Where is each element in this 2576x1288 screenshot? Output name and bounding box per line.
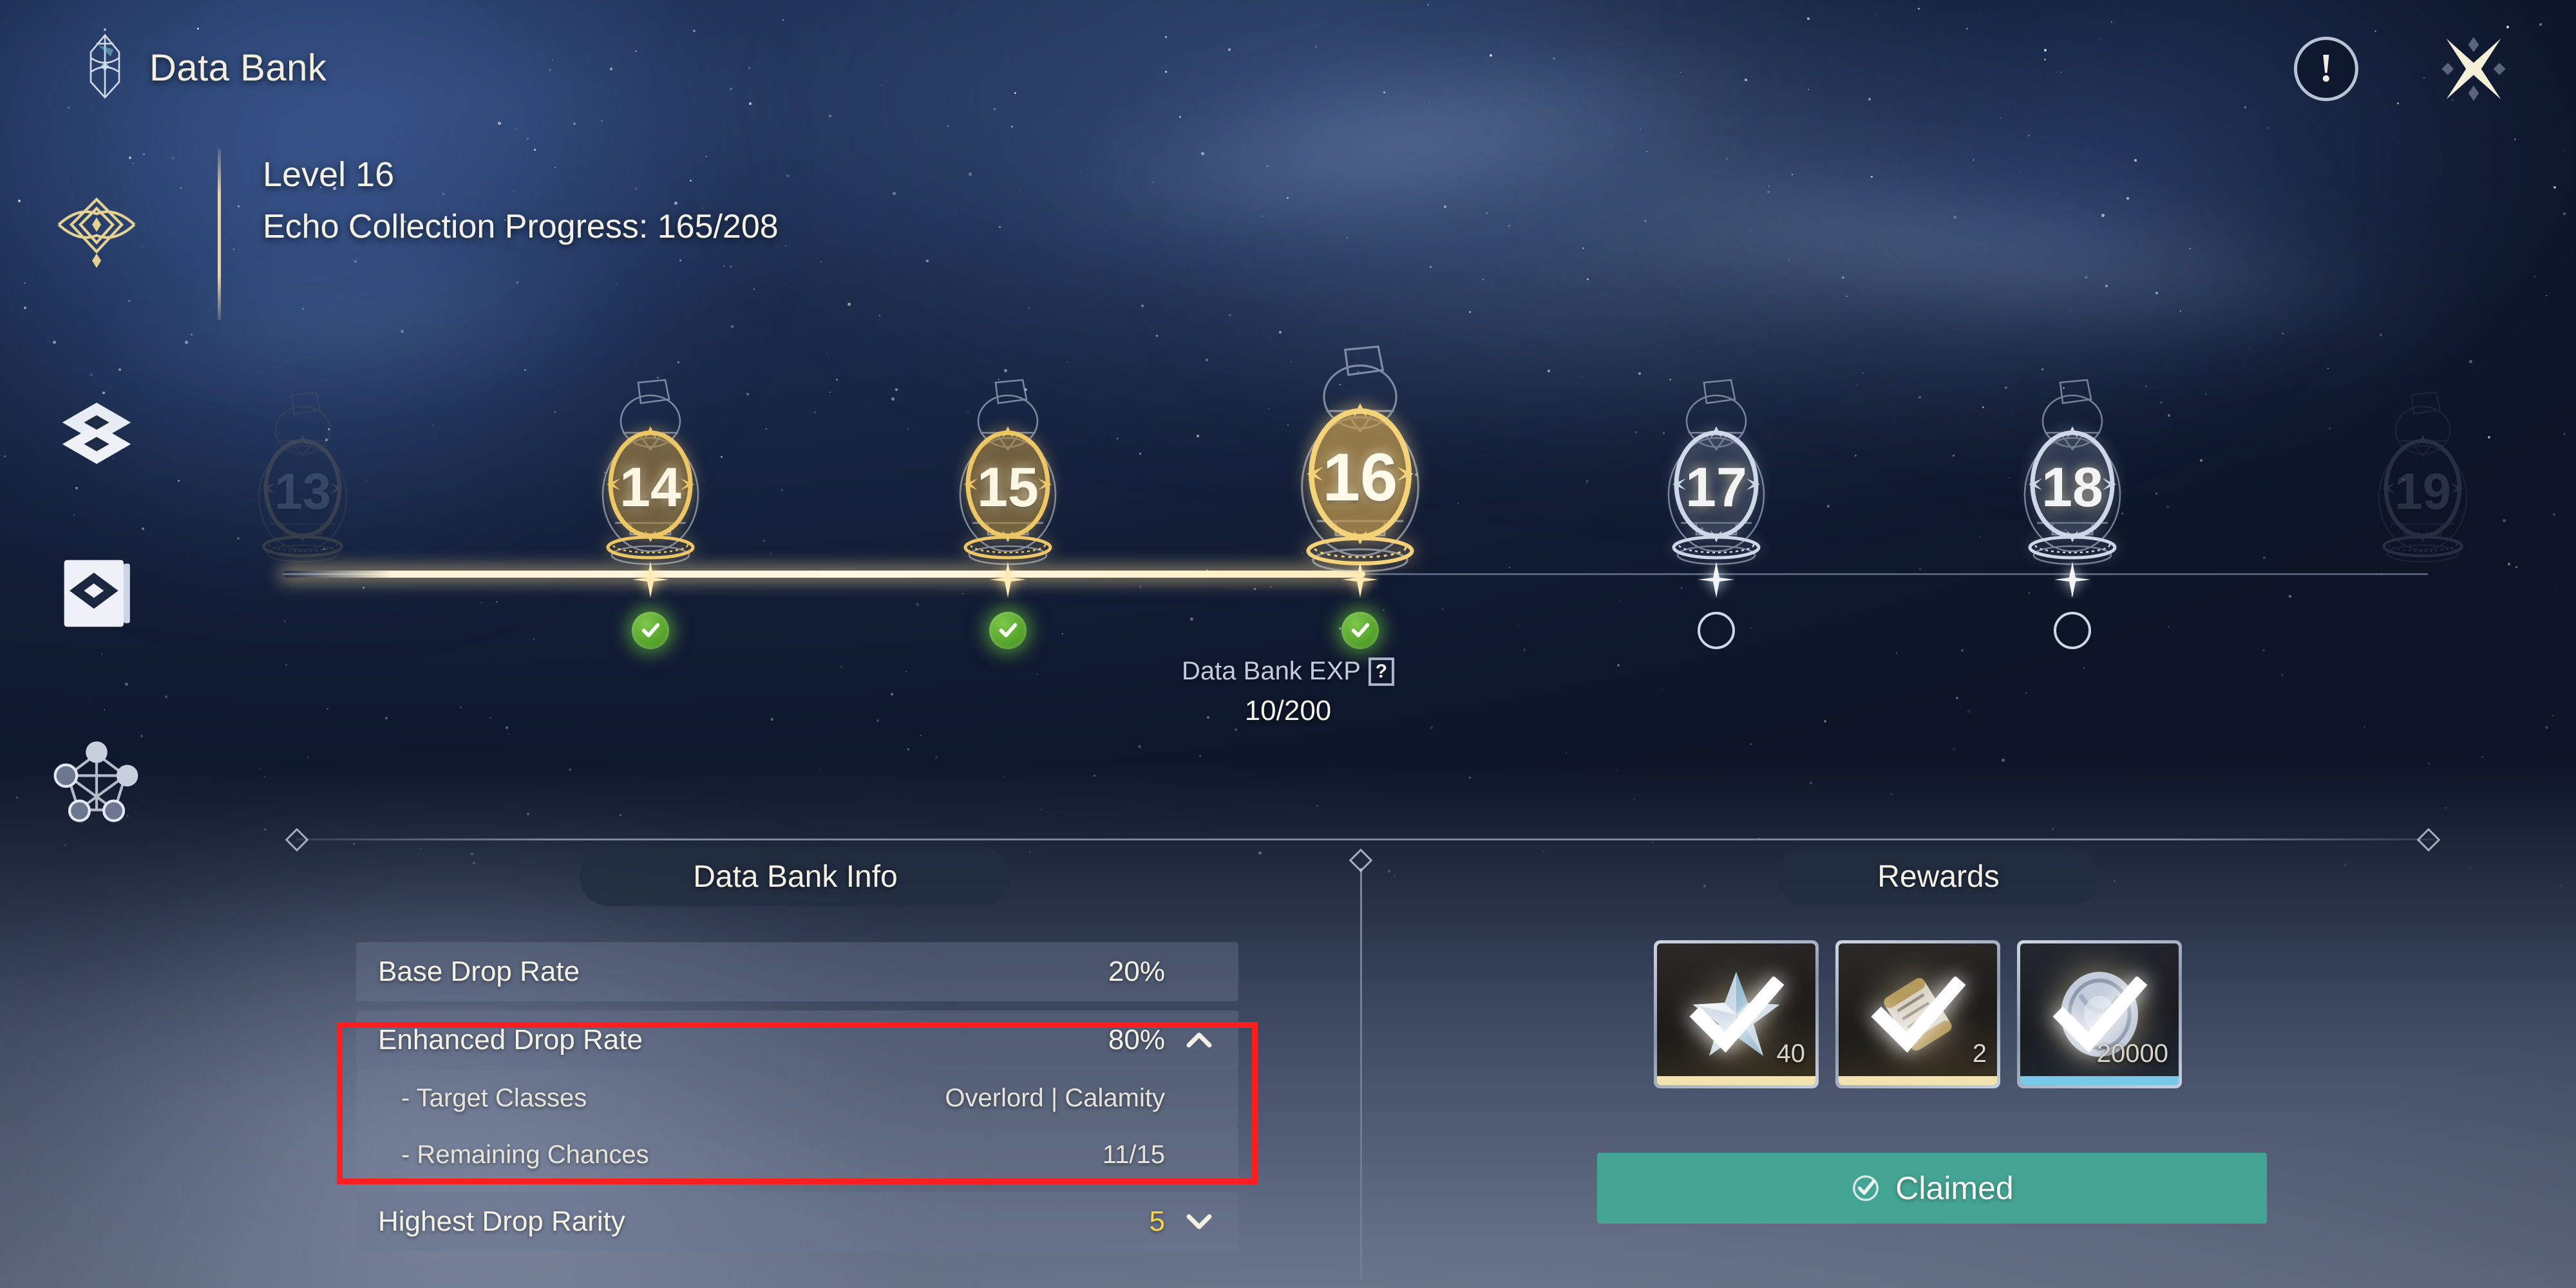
reward-card[interactable]: 2 [1835, 940, 2000, 1088]
timeline-node-spark [1341, 560, 1379, 599]
exp-value: 10/200 [1244, 695, 1332, 726]
sidebar-item-layered-diamond[interactable] [52, 386, 142, 477]
page-title: Data Bank [149, 47, 327, 89]
rewards-title: Rewards [1777, 847, 2099, 906]
databank-emblem-icon [70, 31, 140, 102]
header: Data Bank ! [0, 0, 2576, 122]
reward-count: 2 [1972, 1039, 1987, 1068]
timeline-node[interactable]: 13 [193, 213, 412, 663]
timeline-node[interactable]: 18 [1963, 213, 2182, 663]
node-completed-check-icon [632, 612, 669, 649]
node-locked-circle-icon [1698, 612, 1735, 649]
databank-info-title: Data Bank Info [580, 847, 1011, 906]
reward-card[interactable]: 20000 [2017, 940, 2182, 1088]
info-row-value: 11/15 [1102, 1140, 1165, 1169]
close-x-icon[interactable] [2436, 31, 2512, 107]
sidebar-item-node-network[interactable] [52, 734, 142, 824]
level-label: Level 16 [263, 155, 395, 194]
info-row-key: Base Drop Rate [378, 956, 580, 987]
info-row: - Remaining Chances 11/15 [356, 1126, 1238, 1183]
timeline-node-spark [2053, 560, 2092, 599]
node-level-number: 16 [1322, 440, 1398, 515]
info-row-value: Overlord | Calamity [945, 1083, 1165, 1112]
info-row-key: - Target Classes [401, 1083, 587, 1112]
timeline-node-spark [989, 560, 1027, 599]
claim-button[interactable]: Claimed [1597, 1153, 2267, 1224]
info-glyph: ! [2319, 46, 2333, 91]
timeline-node-spark [631, 560, 670, 599]
node-level-number: 13 [274, 462, 331, 520]
reward-count: 20000 [2096, 1039, 2168, 1068]
info-row-value: 80% [1108, 1024, 1165, 1056]
info-row-key: Highest Drop Rarity [378, 1206, 625, 1237]
databank-exp-block: Data Bank EXP ? 10/200 [0, 657, 2576, 727]
info-row: Base Drop Rate 20% [356, 942, 1238, 1001]
chevron-up-icon[interactable] [1182, 1030, 1217, 1050]
vertical-separator [1360, 868, 1362, 1280]
node-network-icon [53, 741, 138, 822]
reward-count: 40 [1776, 1039, 1806, 1068]
reward-rarity-bar [1657, 1076, 1815, 1085]
node-level-number: 19 [2394, 462, 2451, 520]
exp-label: Data Bank EXP [1182, 657, 1361, 685]
level-timeline: 13 14 15 16 17 18 19 [0, 213, 2576, 663]
reward-card-list: 40 2 20000 [1654, 940, 2182, 1088]
timeline-node[interactable]: 17 [1607, 213, 1826, 663]
node-locked-circle-icon [2054, 612, 2091, 649]
node-level-number: 18 [2041, 457, 2103, 518]
sidebar-item-compass[interactable] [52, 187, 142, 277]
info-row-key: - Remaining Chances [401, 1140, 649, 1169]
level-info: Level 16 Echo Collection Progress: 165/2… [263, 155, 779, 246]
info-row[interactable]: Enhanced Drop Rate 80% [356, 1010, 1238, 1070]
reward-claimed-check-icon [1870, 976, 1966, 1057]
node-completed-check-icon [989, 612, 1027, 649]
timeline-node-spark [1697, 560, 1736, 599]
chevron-down-icon[interactable] [1182, 1212, 1217, 1231]
claim-button-label: Claimed [1895, 1170, 2014, 1206]
timeline-progress-fill [283, 571, 1365, 578]
row-spacer [356, 1183, 1238, 1192]
reward-rarity-bar [2020, 1076, 2179, 1085]
node-level-number: 15 [977, 457, 1039, 518]
timeline-node[interactable]: 19 [2313, 213, 2532, 663]
book-diamond-icon [64, 560, 130, 627]
node-completed-check-icon [1341, 612, 1379, 649]
timeline-node[interactable]: 15 [898, 213, 1117, 663]
section-divider [296, 838, 2434, 840]
compass-emblem-icon [57, 197, 136, 268]
node-level-number: 14 [620, 457, 681, 518]
databank-info-rows: Base Drop Rate 20% Enhanced Drop Rate 80… [356, 942, 1238, 1251]
reward-rarity-bar [1839, 1076, 1997, 1085]
info-row-value: 20% [1108, 956, 1165, 987]
info-row-key: Enhanced Drop Rate [378, 1024, 643, 1056]
echo-progress-label: Echo Collection Progress: 165/208 [263, 208, 779, 245]
level-accent-bar [218, 149, 221, 320]
exclamation-info-icon[interactable]: ! [2294, 37, 2358, 101]
info-row: - Target Classes Overlord | Calamity [356, 1070, 1238, 1126]
sidebar-item-databank-book[interactable] [52, 547, 142, 638]
timeline-node[interactable]: 14 [541, 213, 760, 663]
reward-claimed-check-icon [1688, 976, 1785, 1057]
layered-diamond-icon [62, 402, 131, 464]
help-question-icon[interactable]: ? [1368, 657, 1394, 686]
node-level-number: 17 [1685, 457, 1747, 518]
timeline-node[interactable]: 16 [1251, 213, 1470, 663]
reward-card[interactable]: 40 [1654, 940, 1819, 1088]
info-row[interactable]: Highest Drop Rarity 5 [356, 1192, 1238, 1251]
check-shield-icon [1853, 1175, 1879, 1201]
info-row-value: 5 [1149, 1206, 1165, 1237]
row-spacer [356, 1001, 1238, 1010]
